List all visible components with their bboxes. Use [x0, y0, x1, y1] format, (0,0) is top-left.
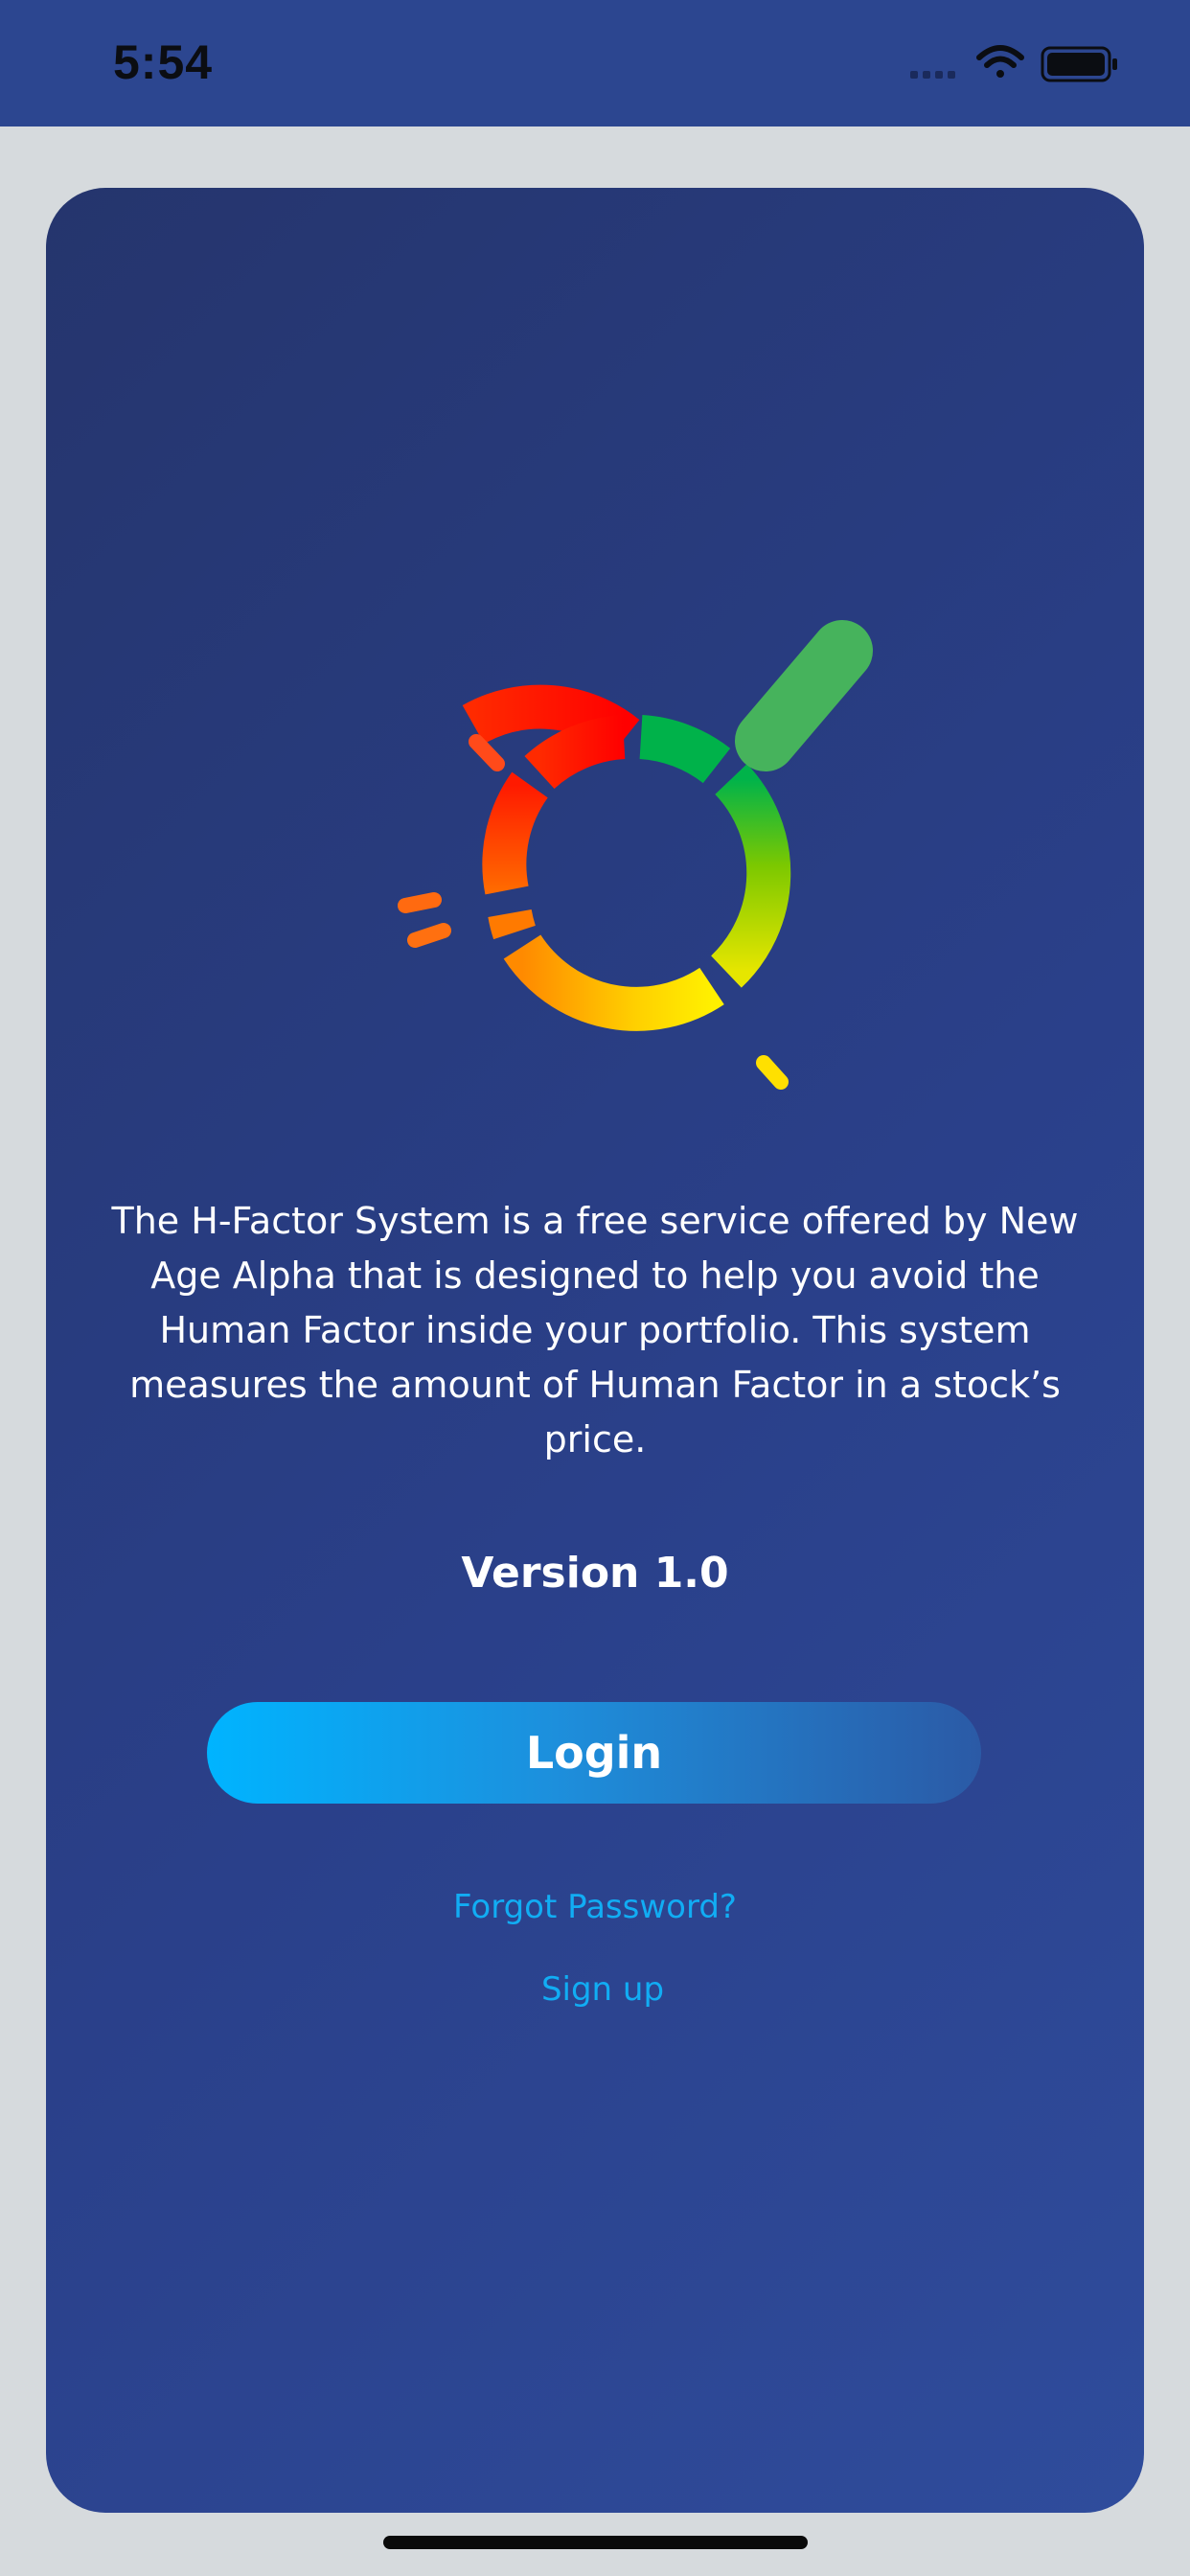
- tick-top-left: [469, 734, 505, 771]
- ring-segment-top-red: [524, 715, 626, 790]
- tick-left-lower: [407, 923, 451, 948]
- sign-up-link[interactable]: Sign up: [54, 1970, 1144, 2009]
- status-time: 5:54: [113, 35, 214, 89]
- h-factor-logo: [398, 620, 873, 1090]
- home-indicator[interactable]: [383, 2536, 808, 2549]
- wifi-icon: [976, 45, 1024, 78]
- forgot-password-link[interactable]: Forgot Password?: [46, 1888, 1144, 1926]
- ring-segment-left-small: [488, 908, 536, 940]
- ring-segment-left: [482, 771, 549, 895]
- version-label: Version 1.0: [461, 1549, 729, 1598]
- status-icons: [910, 45, 1117, 82]
- green-needle: [735, 620, 873, 771]
- ring-segment-bottom: [503, 934, 724, 1031]
- ring-segment-top-green: [638, 715, 731, 784]
- battery-icon: [1041, 46, 1117, 82]
- signal-icon: [910, 71, 955, 79]
- status-bar: 5:54: [0, 0, 1190, 126]
- tick-left-upper: [398, 892, 442, 913]
- tick-bottom-right: [756, 1055, 789, 1090]
- app-description: The H-Factor System is a free service of…: [111, 1200, 1079, 1460]
- ring-segment-right: [710, 764, 791, 988]
- login-button[interactable]: Login: [207, 1702, 981, 1804]
- login-card: The H-Factor System is a free service of…: [46, 188, 1144, 2513]
